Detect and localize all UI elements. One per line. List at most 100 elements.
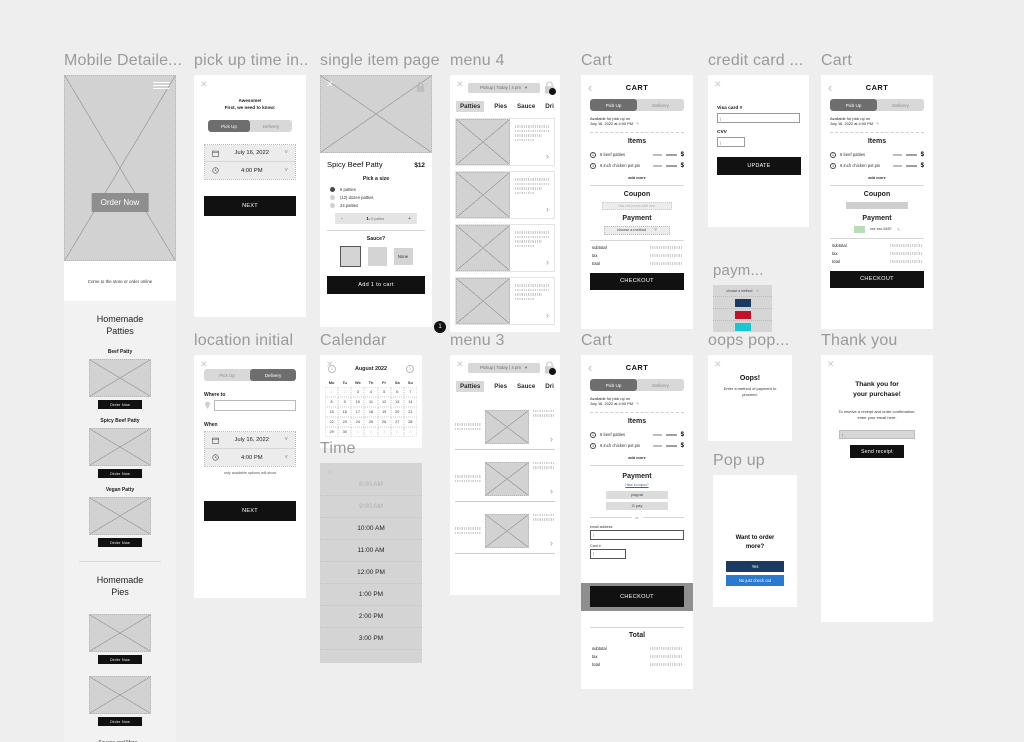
cart-item-row[interactable]: 1 6 beef patties $ [590, 431, 684, 438]
time-slot-list[interactable]: 8:00 AM 9:00 AM 10:00 AM 11:00 AM 12:00 PM 1:… [320, 463, 422, 650]
chevron-right-icon[interactable]: › [546, 151, 549, 161]
calendar-day[interactable]: 28 [403, 417, 417, 427]
frame-title[interactable]: paym... [713, 262, 793, 280]
calendar-day[interactable]: 18 [364, 407, 378, 417]
time-dropdown[interactable]: 4:00 PM ˅ [205, 449, 295, 466]
calendar-day[interactable]: 19 [377, 407, 391, 417]
tab-sauce[interactable]: Sauce [517, 383, 535, 390]
sauce-option[interactable] [367, 247, 387, 266]
cart-item-row[interactable]: 1 6 inch chicken pot pie $ [830, 162, 924, 169]
close-icon[interactable]: ✕ [827, 360, 835, 369]
frame-title[interactable]: Pop up [713, 452, 823, 470]
frame-title[interactable]: Thank you [821, 332, 931, 350]
segment-delivery[interactable]: Delivery [637, 99, 684, 111]
fulfillment-segmented-control[interactable]: Pick Up Delivery [590, 99, 684, 111]
close-icon[interactable]: ✕ [200, 80, 208, 89]
time-slot[interactable]: 10:00 AM [320, 518, 422, 540]
segment-delivery[interactable]: Delivery [250, 369, 296, 381]
chevron-right-icon[interactable]: › [550, 538, 553, 548]
frame-title[interactable]: single item page [320, 52, 440, 70]
visa-card-input[interactable]: | [717, 113, 800, 123]
calendar-day[interactable]: 4 [364, 387, 378, 397]
sauce-option-selected[interactable] [339, 246, 361, 267]
close-icon[interactable]: ✕ [456, 80, 464, 89]
close-icon[interactable]: ✕ [456, 360, 464, 369]
cart-icon[interactable] [416, 80, 425, 92]
chevron-right-icon[interactable]: › [550, 434, 553, 444]
frame-title[interactable]: menu 4 [450, 52, 560, 70]
payment-option[interactable] [713, 320, 772, 332]
frame-title[interactable]: Cart [581, 52, 691, 70]
segment-pickup[interactable]: Pick Up [208, 120, 250, 132]
back-icon[interactable]: ‹ [828, 81, 832, 94]
chevron-right-icon[interactable]: › [546, 204, 549, 214]
segment-delivery[interactable]: Delivery [250, 120, 292, 132]
frame-title[interactable]: menu 3 [450, 332, 560, 350]
calendar-day[interactable]: 16 [338, 407, 352, 417]
segment-pickup[interactable]: Pick Up [590, 379, 637, 391]
coupon-input[interactable] [846, 201, 908, 209]
menu-item-row[interactable]: › [455, 277, 555, 325]
close-icon[interactable]: ✕ [326, 80, 334, 89]
payment-option[interactable] [713, 308, 772, 320]
tab-patties[interactable]: Patties [456, 381, 485, 392]
checkout-button[interactable]: CHECKOUT [590, 272, 684, 290]
fulfillment-segmented-control[interactable]: Pick Up Delivery [830, 99, 924, 111]
cart-item-row[interactable]: 1 6 beef patties $ [590, 151, 684, 158]
frame-title[interactable]: Time [320, 440, 440, 458]
tab-drinks[interactable]: Dri [545, 103, 554, 110]
chevron-right-icon[interactable]: › [546, 310, 549, 320]
saved-payment-method[interactable]: xxx xxx 5457 ✎ [821, 225, 933, 233]
add-to-cart-button[interactable]: Add 1 to cart [327, 276, 425, 294]
menu-item-list[interactable]: › › › › [450, 112, 560, 325]
hamburger-icon[interactable] [153, 82, 169, 90]
decrement-button[interactable]: - [341, 216, 343, 222]
close-icon[interactable]: ✕ [326, 360, 334, 369]
menu-item-row[interactable]: › [455, 508, 555, 554]
order-now-button[interactable]: Order Now [98, 400, 142, 409]
menu-item-list[interactable]: › › › [450, 392, 560, 554]
close-icon[interactable]: ✕ [714, 360, 722, 369]
calendar-day[interactable]: 7 [403, 387, 417, 397]
fulfillment-segmented-control[interactable]: Pick Up Delivery [208, 120, 292, 132]
fulfillment-segmented-control[interactable]: Pick Up Delivery [590, 379, 684, 391]
calendar-day[interactable]: 25 [364, 417, 378, 427]
calendar-day[interactable]: 9 [338, 397, 352, 407]
segment-pickup[interactable]: Pick Up [590, 99, 637, 111]
calendar-day[interactable]: 15 [325, 407, 339, 417]
frame-title[interactable]: Calendar [320, 332, 440, 350]
menu-tabs[interactable]: Patties Pies Sauce Dri [450, 94, 560, 112]
time-slot[interactable]: 1:00 PM [320, 584, 422, 606]
menu-item-row[interactable]: › [455, 224, 555, 272]
cart-item-row[interactable]: 1 6 beef patties $ [830, 151, 924, 158]
email-input[interactable]: | [590, 529, 684, 540]
calendar-day[interactable]: 6 [390, 387, 404, 397]
sauce-option-none[interactable]: None [393, 248, 413, 265]
close-icon[interactable]: ✕ [714, 80, 722, 89]
menu-tabs[interactable]: Patties Pies Sauce Dri [450, 374, 560, 392]
calendar-day[interactable]: 3 [351, 387, 365, 397]
calendar-day[interactable]: 12 [377, 397, 391, 407]
order-now-hero-button[interactable]: Order Now [91, 193, 149, 212]
time-slot[interactable]: 3:00 PM [320, 628, 422, 650]
payment-option[interactable] [713, 296, 772, 308]
time-slot[interactable]: 11:00 AM [320, 540, 422, 562]
calendar-day[interactable]: 11 [364, 397, 378, 407]
edit-icon[interactable]: ✎ [897, 227, 900, 232]
calendar-day[interactable]: 23 [338, 417, 352, 427]
calendar-day[interactable]: 24 [351, 417, 365, 427]
order-now-button[interactable]: Order Now [98, 538, 142, 547]
update-button[interactable]: UPDATE [717, 157, 801, 175]
menu-item-row[interactable]: › [455, 118, 555, 166]
calendar-day[interactable]: 14 [403, 397, 417, 407]
next-button[interactable]: NEXT [204, 196, 296, 216]
calendar-day[interactable]: 29 [325, 427, 339, 437]
cart-icon[interactable] [544, 81, 556, 95]
order-now-button[interactable]: Order Now [98, 717, 142, 726]
have-coupon-link[interactable]: Have a coupon? [581, 483, 693, 487]
next-button[interactable]: NEXT [204, 501, 296, 521]
frame-title[interactable]: Mobile Detaile... [64, 52, 184, 70]
edit-icon[interactable]: ✎ [636, 401, 639, 406]
time-dropdown[interactable]: 4:00 PM ˅ [205, 162, 295, 179]
tab-patties[interactable]: Patties [456, 101, 485, 112]
